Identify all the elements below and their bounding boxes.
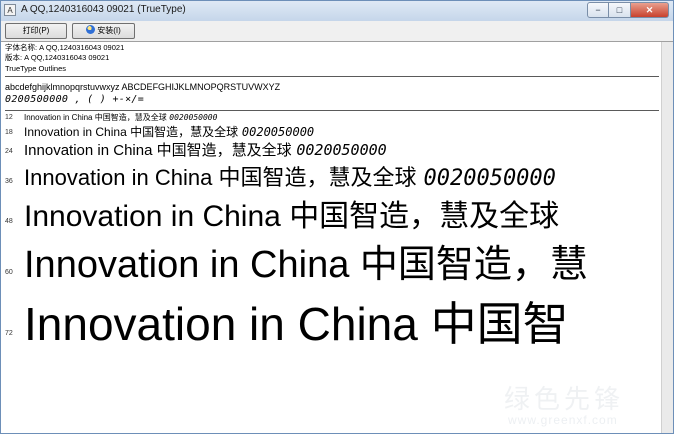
sample-latin: Innovation in China xyxy=(24,244,360,286)
sample-cjk: 中国智造，慧 xyxy=(359,242,588,286)
font-app-icon: A xyxy=(4,4,16,16)
watermark-url: www.greenxf.com xyxy=(508,413,618,427)
minimize-button[interactable]: − xyxy=(587,2,609,18)
alphabet-sample: abcdefghijklmnopqrstuvwxyz ABCDEFGHIJKLM… xyxy=(5,82,281,92)
sample-latin: Innovation in China xyxy=(24,113,95,122)
sample-latin: Innovation in China xyxy=(24,165,219,190)
sample-latin: Innovation in China xyxy=(24,298,431,350)
sample-latin: Innovation in China xyxy=(24,200,290,233)
sample-latin: Innovation in China xyxy=(24,125,131,139)
font-version-line: 版本: A QQ,1240316043 09021 xyxy=(5,53,110,62)
size-label: 24 xyxy=(5,148,13,155)
font-name-line: 字体名称: A QQ,1240316043 09021 xyxy=(5,43,125,52)
sample-digits: 0020050000 xyxy=(296,141,387,159)
window-controls: − □ ✕ xyxy=(587,2,669,18)
digits-symbols-sample: 0200500000 , ( ) +-×/= xyxy=(5,94,145,105)
font-viewer-window: A A QQ,1240316043 09021 (TrueType) − □ ✕… xyxy=(0,0,674,434)
font-preview-area: 字体名称: A QQ,1240316043 09021 版本: A QQ,124… xyxy=(1,42,661,433)
sample-cjk: 中国智造，慧及全球 xyxy=(130,125,242,139)
window-title: A QQ,1240316043 09021 (TrueType) xyxy=(21,4,186,15)
sample-digits: 0020050000 xyxy=(241,125,315,139)
sample-cjk: 中国智 xyxy=(430,297,569,351)
sample-cjk: 中国智造，慧及全球 xyxy=(94,113,170,122)
sample-latin: Innovation in China xyxy=(24,142,157,159)
sample-digits: 0020050000 xyxy=(169,113,218,122)
print-button[interactable]: 打印(P) xyxy=(5,23,67,39)
size-label: 72 xyxy=(5,330,13,337)
install-button-label: 安装(I) xyxy=(97,26,121,35)
divider xyxy=(5,76,659,77)
sample-line: Innovation in China 中国智造，慧及全球 0020050000 xyxy=(24,139,387,160)
install-shield-icon xyxy=(86,25,96,35)
maximize-button[interactable]: □ xyxy=(609,2,631,18)
sample-line: Innovation in China 中国智造，慧及全球 0020050000 xyxy=(24,112,217,123)
watermark-logo-text: 绿色先锋 xyxy=(504,385,625,415)
sample-line: Innovation in China 中国智造，慧及全球 xyxy=(24,191,559,235)
title-bar: A A QQ,1240316043 09021 (TrueType) − □ ✕ xyxy=(1,1,673,21)
divider xyxy=(5,110,659,111)
sample-line: Innovation in China 中国智造，慧 xyxy=(24,233,588,288)
site-watermark: 绿色先锋 www.greenxf.com xyxy=(504,379,656,433)
size-label: 36 xyxy=(5,178,13,185)
size-label: 12 xyxy=(5,114,13,121)
sample-cjk: 中国智造，慧及全球 xyxy=(156,141,297,159)
sample-cjk: 中国智造，慧及全球 xyxy=(218,166,424,191)
size-label: 18 xyxy=(5,129,13,136)
toolbar: 打印(P) 安装(I) xyxy=(1,21,673,42)
install-button[interactable]: 安装(I) xyxy=(72,23,135,39)
sample-line: Innovation in China 中国智 xyxy=(24,288,569,354)
sample-digits: 0020050000 xyxy=(423,166,556,191)
sample-line: Innovation in China 中国智造，慧及全球 0020050000 xyxy=(24,123,314,140)
size-label: 60 xyxy=(5,269,13,276)
font-type-line: TrueType Outlines xyxy=(5,64,66,73)
sample-line: Innovation in China 中国智造，慧及全球 0020050000 xyxy=(24,160,556,192)
vertical-scrollbar[interactable] xyxy=(661,42,673,433)
close-button[interactable]: ✕ xyxy=(631,2,669,18)
sample-cjk: 中国智造，慧及全球 xyxy=(289,199,560,234)
print-button-label: 打印(P) xyxy=(22,26,50,35)
size-label: 48 xyxy=(5,218,13,225)
